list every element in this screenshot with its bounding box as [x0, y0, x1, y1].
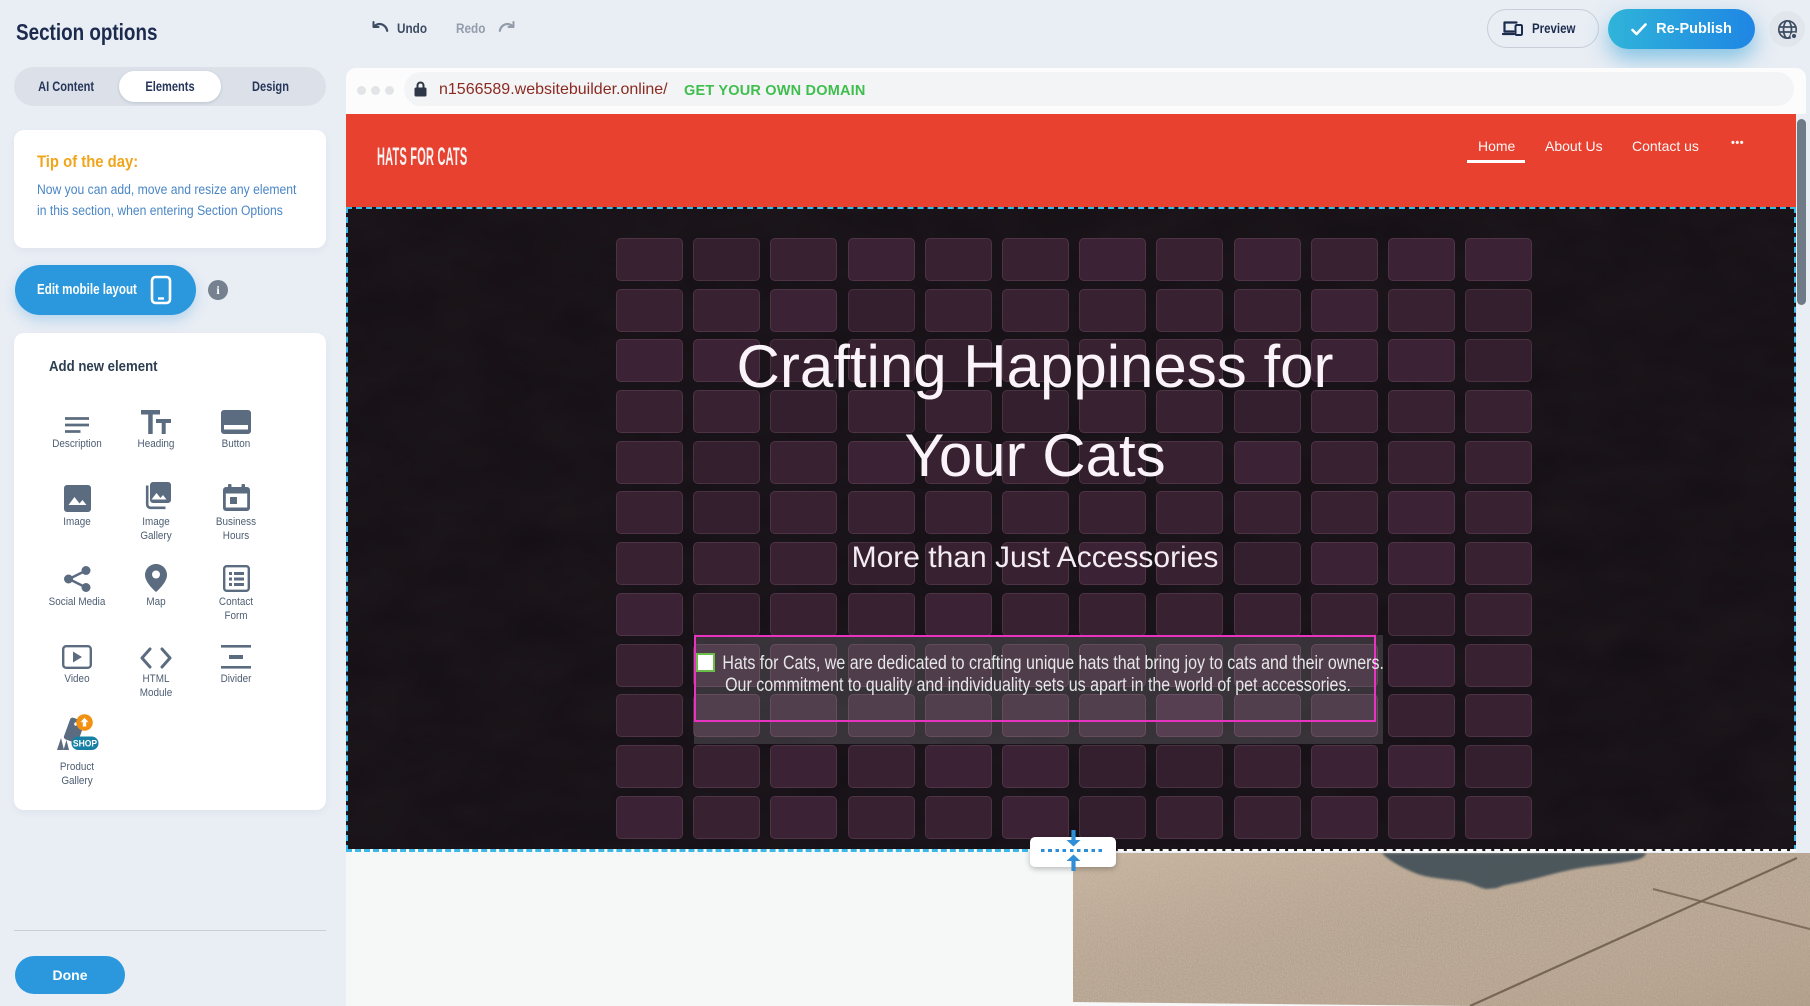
svg-text:SHOP: SHOP: [73, 738, 97, 748]
